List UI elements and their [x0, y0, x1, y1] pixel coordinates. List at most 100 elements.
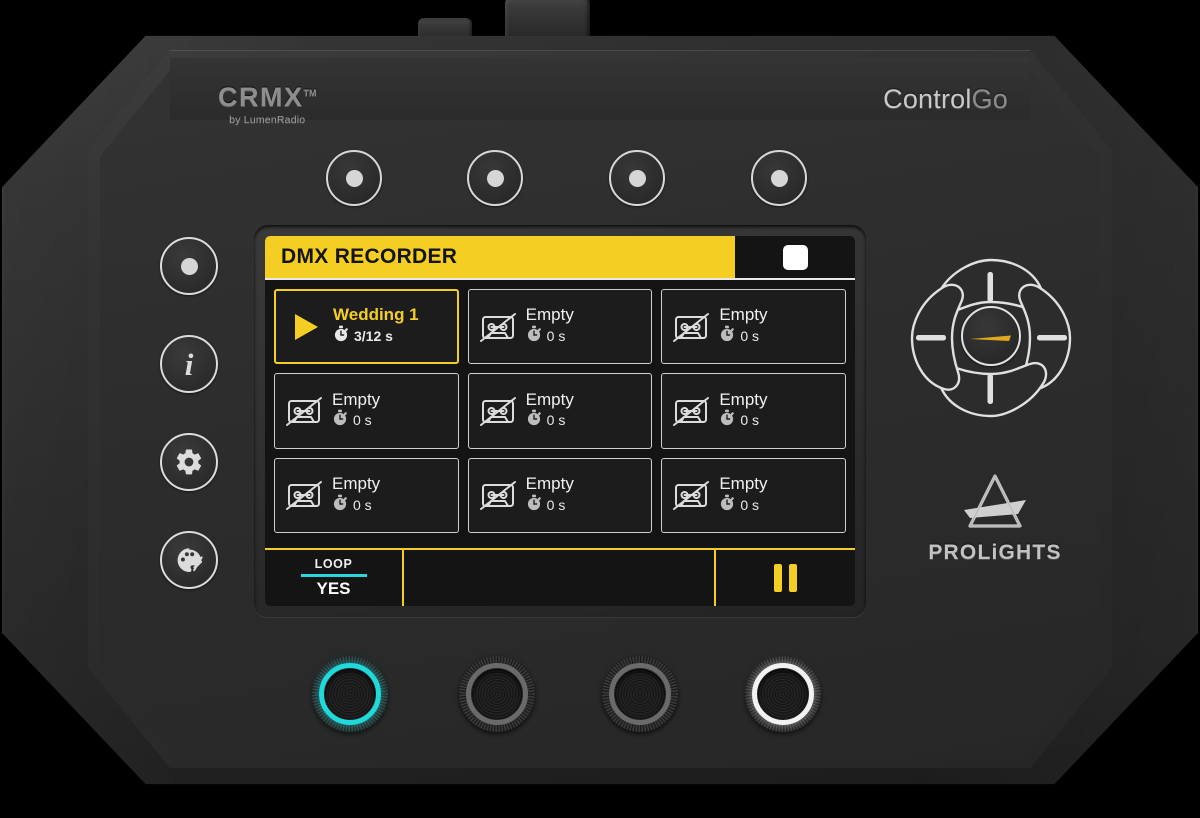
nav-enter-button[interactable] — [961, 306, 1021, 366]
nav-up-dash-icon — [987, 272, 993, 302]
dot-icon — [180, 257, 198, 275]
loop-value: YES — [316, 579, 351, 599]
nav-right-dash-icon — [1037, 335, 1067, 341]
encoder-4[interactable] — [745, 656, 821, 732]
slot-name: Empty — [332, 389, 381, 409]
soft-button-3[interactable] — [609, 150, 665, 206]
record-button[interactable] — [160, 237, 218, 295]
slot-time-text: 0 s — [353, 412, 372, 429]
no-tape-icon — [670, 474, 712, 516]
soft-button-4[interactable] — [751, 150, 807, 206]
no-tape-icon — [670, 390, 712, 432]
slot-text: Empty 0 s — [332, 475, 380, 516]
slot-duration: 0 s — [719, 409, 767, 431]
encoder-1[interactable] — [312, 656, 388, 732]
page-title: DMX RECORDER — [281, 245, 458, 268]
no-tape-icon — [283, 390, 325, 432]
recorder-slot-2[interactable]: Empty 0 s — [467, 289, 653, 365]
slot-text: Empty 0 s — [719, 306, 767, 347]
slot-name: Empty — [332, 473, 381, 493]
slot-duration: 0 s — [719, 494, 767, 516]
encoder-cap — [758, 669, 808, 719]
slot-time-text: 3/12 s — [354, 328, 393, 345]
soft-button-1[interactable] — [326, 150, 382, 206]
stopwatch-icon — [719, 325, 735, 347]
recorder-slot-1[interactable]: Wedding 1 3/12 s — [274, 289, 459, 365]
no-tape-icon — [670, 306, 712, 348]
loop-label: LOOP — [314, 556, 353, 571]
crmx-logo: CRMXTM by LumenRadio — [218, 82, 317, 126]
no-tape-icon — [283, 474, 325, 516]
encoder-cap — [615, 669, 665, 719]
encoder-cap — [325, 669, 375, 719]
pause-icon — [774, 564, 797, 592]
prolights-mark-icon — [964, 474, 1026, 528]
recorder-slot-5[interactable]: Empty 0 s — [467, 373, 653, 449]
soft-button-2[interactable] — [467, 150, 523, 206]
encoder-3[interactable] — [602, 656, 678, 732]
dot-icon — [770, 169, 788, 187]
palette-icon — [177, 547, 203, 572]
encoder-2[interactable] — [459, 656, 535, 732]
recorder-slot-8[interactable]: Empty 0 s — [467, 457, 653, 533]
slot-duration: 0 s — [526, 325, 574, 347]
slot-name: Empty — [525, 389, 574, 409]
slot-time-text: 0 s — [546, 328, 566, 345]
slot-text: Empty 0 s — [719, 389, 768, 432]
settings-button[interactable] — [160, 433, 218, 491]
slot-duration: 0 s — [526, 409, 574, 431]
slot-name: Empty — [525, 473, 574, 493]
display-bezel: DMX RECORDER Wedding 1 3/12 s Empty 0 s … — [254, 225, 866, 617]
palette-button[interactable] — [160, 531, 218, 589]
footer-pause-cell[interactable] — [716, 550, 855, 606]
info-button[interactable]: i — [160, 335, 218, 393]
info-icon: i — [184, 346, 194, 382]
model-name-part1: Control — [883, 84, 972, 114]
screen-header: DMX RECORDER — [265, 236, 855, 278]
device-photo: CRMXTM by LumenRadio ControlGo i PROLiGH… — [0, 0, 1200, 818]
recorder-slot-3[interactable]: Empty 0 s — [661, 289, 846, 365]
stopwatch-icon — [333, 325, 349, 347]
stopwatch-icon — [719, 409, 735, 431]
recorder-slot-6[interactable]: Empty 0 s — [661, 373, 846, 449]
crmx-wordmark: CRMX — [218, 82, 304, 112]
slot-duration: 0 s — [719, 325, 767, 347]
model-name-part2: Go — [971, 84, 1008, 114]
recorder-slot-7[interactable]: Empty 0 s — [274, 457, 459, 533]
slot-text: Empty 0 s — [719, 475, 767, 516]
stopwatch-icon — [526, 325, 542, 347]
slot-time-text: 0 s — [546, 412, 566, 429]
dot-icon — [345, 169, 363, 187]
slot-text: Empty 0 s — [526, 475, 574, 516]
crmx-trademark-symbol: TM — [303, 88, 317, 98]
recorder-slot-9[interactable]: Empty 0 s — [661, 457, 846, 533]
recorder-slot-grid: Wedding 1 3/12 s Empty 0 s Empty 0 s Emp… — [265, 280, 855, 533]
lcd-screen[interactable]: DMX RECORDER Wedding 1 3/12 s Empty 0 s … — [265, 236, 855, 606]
no-tape-icon — [477, 474, 519, 516]
slot-time-text: 0 s — [740, 496, 760, 513]
slot-time-text: 0 s — [740, 412, 760, 429]
loop-underline — [300, 573, 367, 578]
slot-name: Wedding 1 — [333, 305, 419, 325]
recorder-slot-4[interactable]: Empty 0 s — [274, 373, 459, 449]
footer-loop-cell[interactable]: LOOP YES — [265, 550, 404, 606]
stopwatch-icon — [332, 409, 348, 431]
slot-name: Empty — [719, 473, 768, 493]
model-name: ControlGo — [883, 84, 1008, 115]
nav-down-dash-icon — [987, 374, 993, 404]
stopwatch-icon — [526, 409, 542, 431]
record-stop-square-icon[interactable] — [782, 244, 808, 270]
slot-name: Empty — [719, 389, 768, 409]
slot-time-text: 0 s — [546, 496, 566, 513]
no-tape-icon — [477, 390, 519, 432]
nav-left-dash-icon — [916, 335, 946, 341]
slot-duration: 3/12 s — [333, 325, 419, 347]
dot-icon — [486, 169, 504, 187]
screen-header-right — [735, 236, 855, 278]
footer-middle-cell[interactable] — [404, 550, 716, 606]
gear-icon — [176, 449, 202, 475]
vendor-logo-text: PROLiGHTS — [928, 541, 1062, 564]
slot-time-text: 0 s — [353, 496, 372, 513]
vendor-logo: PROLiGHTS — [925, 470, 1065, 565]
slot-text: Empty 0 s — [525, 389, 574, 432]
